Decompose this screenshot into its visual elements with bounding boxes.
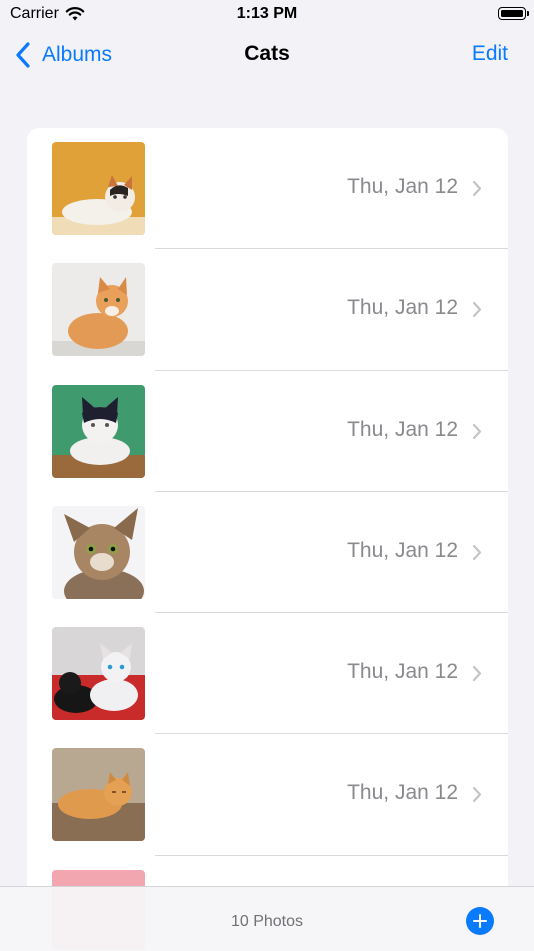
chevron-right-icon — [472, 423, 482, 439]
photo-date: Thu, Jan 12 — [347, 296, 458, 320]
chevron-right-icon — [472, 544, 482, 560]
list-item[interactable]: Thu, Jan 12 — [27, 492, 508, 614]
photo-date: Thu, Jan 12 — [347, 660, 458, 684]
photo-count: 10 Photos — [230, 913, 304, 930]
chevron-right-icon — [472, 180, 482, 197]
chevron-right-icon — [472, 666, 482, 682]
photo-thumbnail — [52, 748, 145, 842]
photo-date: Thu, Jan 12 — [347, 417, 458, 441]
photo-date: Thu, Jan 12 — [347, 538, 458, 562]
photo-date: Thu, Jan 12 — [347, 175, 458, 198]
battery-icon — [498, 7, 529, 20]
page-title: Cats — [244, 42, 290, 65]
status-bar: Carrier 1:13 PM — [0, 0, 534, 30]
chevron-right-icon — [472, 787, 482, 803]
list-item[interactable]: Thu, Jan 12 — [27, 249, 508, 371]
photo-thumbnail — [52, 627, 145, 721]
list-item[interactable]: Thu, Jan 12 — [27, 128, 508, 250]
list-item[interactable]: Thu, Jan 12 — [27, 613, 508, 735]
chevron-right-icon — [472, 302, 482, 318]
photo-thumbnail — [52, 142, 145, 235]
bottom-toolbar: 10 Photos — [0, 886, 534, 951]
edit-button[interactable]: Edit — [472, 42, 508, 66]
list-item[interactable]: Thu, Jan 12 — [27, 371, 508, 492]
photo-date: Thu, Jan 12 — [347, 781, 458, 805]
clock: 1:13 PM — [236, 5, 298, 22]
photo-thumbnail — [52, 384, 145, 478]
list-item[interactable]: Thu, Jan 12 — [27, 734, 508, 856]
photo-thumbnail — [52, 505, 145, 599]
photo-thumbnail — [52, 263, 145, 357]
photo-list: Thu, Jan 12 Thu, Jan 12 Thu, Jan 12 Thu,… — [27, 128, 508, 950]
navigation-bar: Albums Cats Edit — [0, 30, 534, 80]
add-photo-button[interactable] — [466, 907, 494, 935]
